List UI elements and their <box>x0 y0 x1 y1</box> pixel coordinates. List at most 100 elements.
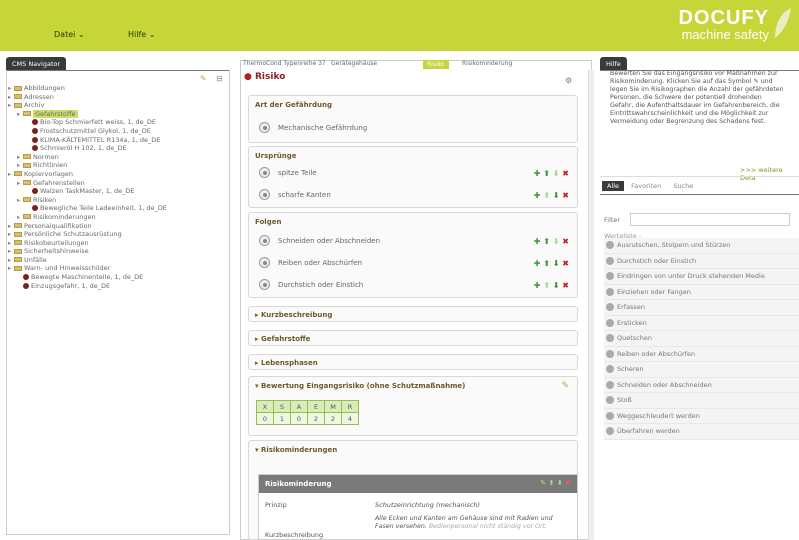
value-list-item[interactable]: Erfassen <box>604 300 799 316</box>
radio-icon <box>259 122 270 133</box>
tree-folder[interactable]: ▸ Gefahrenstellen <box>8 179 167 188</box>
tree-label: Richtlinien <box>33 161 68 170</box>
breadcrumb-risk[interactable]: Risiko <box>423 60 449 69</box>
tree-folder[interactable]: ▸ Normen <box>8 153 167 162</box>
origins-header: Ursprünge <box>255 152 297 160</box>
breadcrumb-product[interactable]: ThermoCond Typenreihe 37 <box>243 60 326 67</box>
tree-folder[interactable]: ▸ Gefahrstoffe <box>8 109 167 119</box>
item-bullet-icon <box>606 272 614 281</box>
item-bullet-icon <box>606 334 614 343</box>
consequence-item[interactable]: Durchstich oder Einstich <box>259 279 363 290</box>
tab-all[interactable]: Alle <box>602 181 625 191</box>
document-icon <box>32 136 38 143</box>
document-icon <box>23 274 29 281</box>
row-actions[interactable]: ✚ ⬆ ⬇ ✖ <box>534 191 569 200</box>
breadcrumb-housing[interactable]: Gerätegehäuse <box>331 60 377 67</box>
card-actions[interactable]: ✎ ⬆ ⬇ ✖ <box>540 479 571 487</box>
menu-file[interactable]: Datei ⌄ <box>54 30 85 39</box>
origin-item[interactable]: scharfe Kanten <box>259 189 331 200</box>
folder-icon <box>23 154 31 160</box>
value-list-label: Einziehen oder Fangen <box>617 287 691 296</box>
tree-folder[interactable]: ▸ Warn- und Hinweisschilder <box>8 264 167 273</box>
value-list-item[interactable]: Weggeschleudert werden <box>604 408 799 424</box>
row-actions[interactable]: ✚ ⬆ ⬇ ✖ <box>534 237 569 246</box>
value-list-label: Reiben oder Abschürfen <box>617 349 696 358</box>
tree-folder[interactable]: ▸ Risikominderungen <box>8 213 167 222</box>
help-title[interactable]: Hilfe <box>600 57 627 70</box>
value-list-item[interactable]: Eindringen von unter Druck stehenden Med… <box>604 269 799 285</box>
tree-page[interactable]: Frostschutzmittel Glykol, 1, de_DE <box>8 127 167 136</box>
tree-folder[interactable]: ▸ Richtlinien <box>8 161 167 170</box>
item-bullet-icon <box>606 427 614 436</box>
tree-label: Gefahrenstellen <box>33 178 85 187</box>
tree-label: Persönliche Schutzausrüstung <box>24 230 122 239</box>
tree-folder[interactable]: ▸ Unfälle <box>8 256 167 265</box>
hazard-item[interactable]: Mechanische Gefährdung <box>259 122 367 133</box>
value-list-item[interactable]: Überfahren werden <box>604 424 799 440</box>
risk-key: X <box>256 400 274 413</box>
tree-folder[interactable]: ▸ Abbildungen <box>8 84 167 93</box>
folder-icon <box>14 171 22 177</box>
tree-folder[interactable]: ▸ Personalqualifikation <box>8 222 167 231</box>
tab-favorites[interactable]: Favoriten <box>626 181 666 191</box>
value-list-item[interactable]: Reiben oder Abschürfen <box>604 346 799 362</box>
row-actions[interactable]: ✚ ⬆ ⬇ ✖ <box>534 281 569 290</box>
tab-search[interactable]: Suche <box>668 181 698 191</box>
tree-page[interactable]: KLIMA-KÄLTEMITTEL R134a, 1, de_DE <box>8 136 167 145</box>
breadcrumb-mitigation[interactable]: Risikominderung <box>462 60 512 67</box>
settings-icon[interactable]: ⚙ <box>565 76 572 85</box>
consequence-item[interactable]: Reiben oder Abschürfen <box>259 257 362 268</box>
risk-value: 2 <box>307 412 325 425</box>
tree-page[interactable]: Einzugsgefahr, 1, de_DE <box>8 282 167 291</box>
tree-page[interactable]: Bewegliche Teile Ladeeinheit, 1, de_DE <box>8 204 167 213</box>
menu-help[interactable]: Hilfe ⌄ <box>128 30 155 39</box>
row-actions[interactable]: ✚ ⬆ ⬇ ✖ <box>534 169 569 178</box>
tree-folder[interactable]: ▸ Risiken <box>8 196 167 205</box>
item-bullet-icon <box>606 241 614 250</box>
value-list-item[interactable]: Quetschen <box>604 331 799 347</box>
help-separator <box>600 176 799 177</box>
value-list-item[interactable]: Ersticken <box>604 315 799 331</box>
value-list-item[interactable]: Schneiden oder Abschneiden <box>604 377 799 393</box>
tree-folder[interactable]: ▸ Archiv <box>8 101 167 110</box>
value-list-item[interactable]: Einziehen oder Fangen <box>604 284 799 300</box>
tree-page[interactable]: Bio-Top Schmierfett weiss, 1, de_DE <box>8 118 167 127</box>
collapse-tree-icon[interactable]: ⊟ <box>216 74 223 83</box>
tree-folder[interactable]: ▸ Risikobeurteilungen <box>8 239 167 248</box>
edit-assessment-icon[interactable]: ✎ <box>561 381 569 391</box>
tree-folder[interactable]: ▸ Kopiervorlagen <box>8 170 167 179</box>
consequences-header: Folgen <box>255 218 282 226</box>
section-hazardous-substances[interactable]: ▸ Gefahrstoffe <box>248 330 578 346</box>
tree-page[interactable]: Bewegte Maschinenteile, 1, de_DE <box>8 273 167 282</box>
document-icon <box>32 127 38 134</box>
value-list-item[interactable]: Durchstich oder Einstich <box>604 253 799 269</box>
value-list-item[interactable]: Ausrutschen, Stolpern und Stürzen <box>604 238 799 254</box>
section-short-description[interactable]: ▸ Kurzbeschreibung <box>248 306 578 322</box>
value-list-item[interactable]: Scheren <box>604 362 799 378</box>
tree-folder[interactable]: ▸ Sicherheitshinweise <box>8 247 167 256</box>
tree-page[interactable]: Walzen TaskMaster, 1, de_DE <box>8 187 167 196</box>
leaf-logo-icon <box>775 8 791 38</box>
tree-label: Unfälle <box>24 255 47 264</box>
consequence-item[interactable]: Schneiden oder Abschneiden <box>259 235 380 246</box>
help-text: Bewerten Sie das Eingangsrisiko vor Maßn… <box>610 70 784 125</box>
filter-input[interactable] <box>630 213 790 226</box>
tree-label: Normen <box>33 152 59 161</box>
mitigations-header: ▾ Risikominderungen <box>255 446 338 454</box>
row-actions[interactable]: ✚ ⬆ ⬇ ✖ <box>534 259 569 268</box>
navigator-title[interactable]: CMS Navigator <box>6 57 67 70</box>
mitigation-card: Risikominderung ✎ ⬆ ⬇ ✖ Prinzip Schutzei… <box>258 474 578 540</box>
more-details-link[interactable]: >>> weitere Deta <box>740 166 799 182</box>
tree-label: Bio-Top Schmierfett weiss, 1, de_DE <box>40 118 157 127</box>
origin-item[interactable]: spitze Teile <box>259 167 317 178</box>
tree-folder[interactable]: ▸ Adressen <box>8 93 167 102</box>
value-list-item[interactable]: Stoß <box>604 393 799 409</box>
tree-label: Adressen <box>24 92 54 101</box>
edit-tool-icon[interactable]: ✎ <box>200 74 207 83</box>
tree-page[interactable]: Schmieröl H 102, 1, de_DE <box>8 144 167 153</box>
risk-graph-table: X S A E M R 0 1 0 2 2 4 <box>256 400 359 425</box>
tree-folder[interactable]: ▸ Persönliche Schutzausrüstung <box>8 230 167 239</box>
editor-scrollbar[interactable] <box>588 70 594 540</box>
section-life-phases[interactable]: ▸ Lebensphasen <box>248 354 578 370</box>
value-list-label: Durchstich oder Einstich <box>617 256 697 265</box>
